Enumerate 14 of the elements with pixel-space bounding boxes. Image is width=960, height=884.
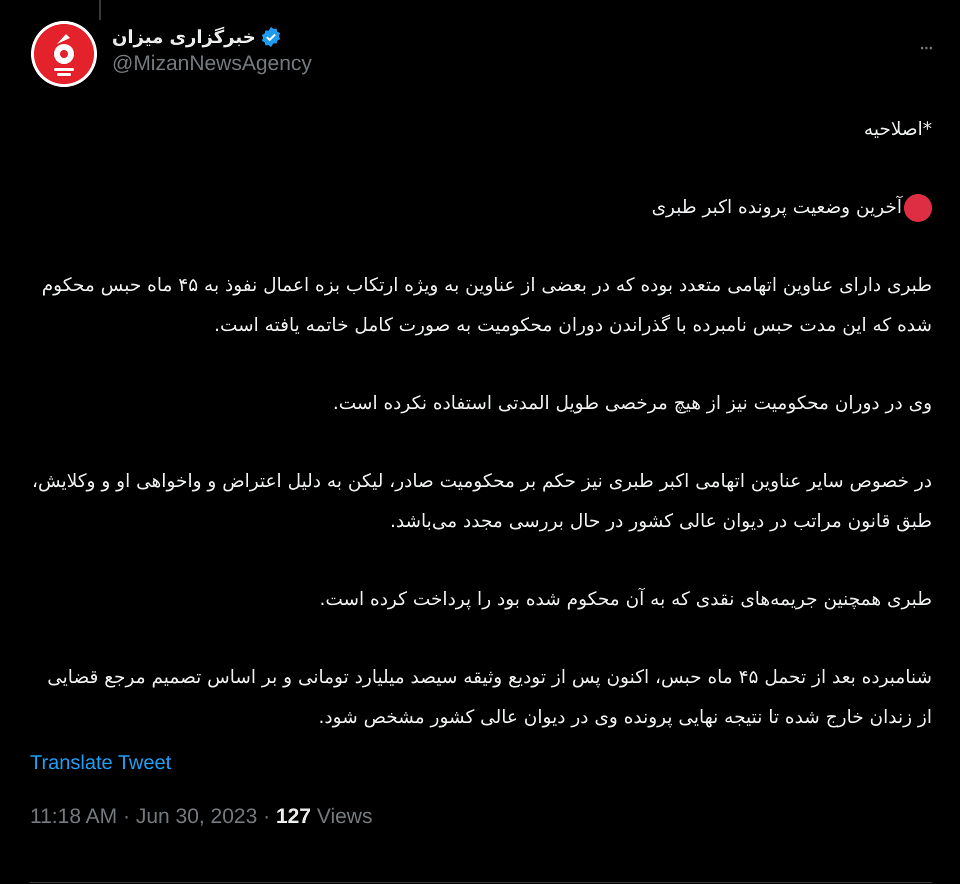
dot-emoji-icon — [904, 194, 932, 222]
logo-icon — [30, 20, 98, 88]
tweet-paragraph: در خصوص سایر عناوین اتهامی اکبر طبری نیز حکم بر محکومیت صادر، لیکن به دلیل اعتراض و واخواهی او و وکلایش، طبق قانون مراتب در دیوان عالی کشور در حال بررسی مجدد می‌باشد. — [31, 470, 932, 534]
author-handle[interactable]: @MizanNewsAgency — [112, 52, 905, 76]
tweet-paragraph: طبری دارای عناوین اتهامی متعدد بوده که در بعضی از عناوین به ویژه ارتکاب بزه اعمال نفوذ به ۴۵ ماه حبس محکوم شده که این مدت حبس نامبرده با گذراندن دوران محکومیت به صورت کامل خاتمه یافته است. — [40, 274, 932, 338]
tweet-paragraph: طبری همچنین جریمه‌های نقدی که به آن محکوم شده بود را پرداخت کرده است. — [318, 586, 932, 612]
more-menu[interactable]: ··· — [918, 20, 932, 60]
author-name[interactable]: خبرگزاری میزان — [112, 26, 256, 48]
tweet-headline: آخرین وضعیت پرونده اکبر طبری — [652, 194, 902, 220]
tweet-paragraph: شنامبرده بعد از تحمل ۴۵ ماه حبس، اکنون پس از تودیع وثیقه سیصد میلیارد تومانی و بر اساس تصمیم مرجع قضایی از زندان خارج شده تا نتیجه نهایی پرونده وی در دیوان عالی کشور مشخص شود. — [46, 666, 932, 730]
tweet-paragraph: وی در دوران محکومیت نیز از هیچ مرخصی طویل المدتی استفاده نکرده است. — [332, 392, 932, 416]
translate-link[interactable]: Translate Tweet — [30, 752, 172, 775]
tweet-heading: *اصلاحیه — [862, 118, 932, 142]
tweet-metadata: 11:18 AM · Jun 30, 2023 · 127 Views — [30, 805, 374, 829]
